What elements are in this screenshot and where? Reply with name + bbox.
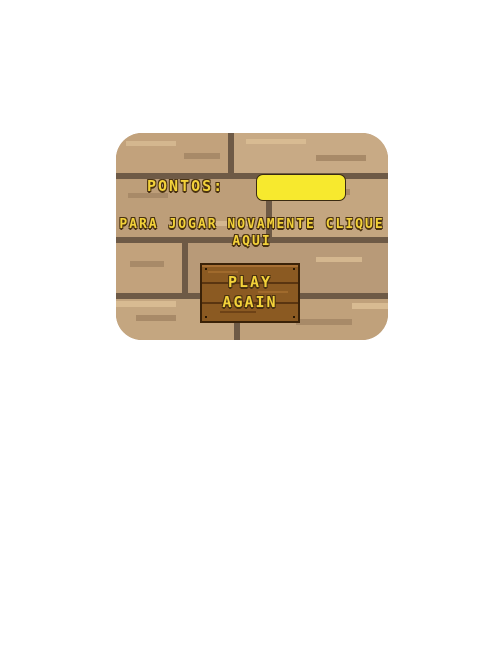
game-over-panel: Pontos: Para Jogar novamente clique aqui… (116, 133, 388, 340)
score-label: Pontos: (147, 177, 225, 195)
play-again-label: PLAY AGAIN (222, 273, 278, 311)
game-over-screen: Pontos: Para Jogar novamente clique aqui… (0, 0, 500, 650)
score-value-box (256, 174, 346, 201)
play-again-instruction: Para Jogar novamente clique aqui (119, 217, 385, 249)
play-again-button[interactable]: PLAY AGAIN (200, 263, 300, 323)
